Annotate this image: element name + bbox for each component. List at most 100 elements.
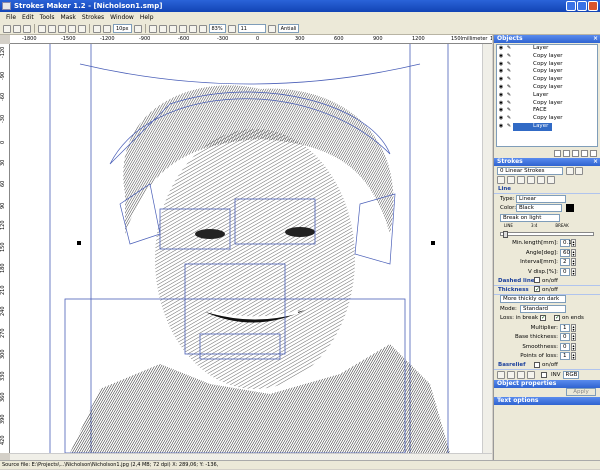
layer-row[interactable]: ◉ ✎ Copy layer [497, 53, 597, 61]
brush-icon[interactable] [267, 24, 276, 33]
eye-icon[interactable]: ◉ [497, 76, 505, 84]
text-tool-icon[interactable] [103, 24, 111, 33]
loss-ends-checkbox[interactable] [554, 314, 560, 322]
smooth-input[interactable]: 0 [560, 342, 570, 351]
open-file-icon[interactable] [13, 24, 21, 33]
interval-spin[interactable]: ▴ ▾ [571, 258, 576, 267]
thickness-checkbox[interactable] [534, 285, 540, 294]
close-button[interactable] [588, 1, 598, 11]
layer-row[interactable]: ◉ ✎ Copy layer [497, 115, 597, 123]
menu-strokes[interactable]: Strokes [82, 12, 104, 23]
angle-spin[interactable]: ▴ ▾ [571, 248, 576, 257]
save-icon[interactable] [23, 24, 31, 33]
layer-row[interactable]: ◉ ✎ Copy layer [497, 84, 597, 92]
menu-window[interactable]: Window [110, 12, 134, 23]
copy-layer-icon[interactable] [581, 149, 588, 157]
menu-edit[interactable]: Edit [22, 12, 34, 23]
layer-row[interactable]: ◉ ✎ Layer [497, 122, 597, 131]
stroke-tool-2-icon[interactable] [507, 176, 515, 185]
pencil-icon[interactable]: ✎ [505, 53, 513, 61]
fit-icon[interactable] [198, 24, 207, 33]
layer-up-icon[interactable] [554, 149, 561, 157]
thick-mode-select[interactable]: More thickly on dark [500, 295, 566, 304]
horizontal-scrollbar[interactable] [10, 453, 492, 460]
basrelief-checkbox[interactable] [534, 361, 540, 368]
font-size-select[interactable]: 10px [113, 24, 132, 33]
break-slider[interactable] [500, 230, 594, 238]
minlength-input[interactable]: 0.1 [560, 239, 572, 248]
mode-select[interactable]: Standard [520, 304, 566, 313]
copy-icon[interactable] [68, 24, 76, 33]
points-input[interactable]: 1 [560, 352, 570, 361]
eye-icon[interactable]: ◉ [497, 61, 505, 69]
layer-row[interactable]: ◉ ✎ Copy layer [497, 76, 597, 84]
zoom-out-icon[interactable] [188, 24, 197, 33]
stroke-add-icon[interactable] [566, 166, 574, 175]
close-icon[interactable]: × [593, 158, 598, 166]
pencil-icon[interactable]: ✎ [505, 115, 513, 123]
pencil-icon[interactable]: ✎ [505, 45, 513, 53]
zoom-select[interactable]: 83% [208, 24, 226, 33]
layer-select[interactable]: 11 [237, 24, 266, 33]
layer-row[interactable]: ◉ ✎ Layer [497, 92, 597, 100]
layer-down-icon[interactable] [563, 149, 570, 157]
menu-file[interactable]: File [6, 12, 16, 23]
base-spin[interactable]: ▴ ▾ [571, 333, 576, 342]
eye-icon[interactable]: ◉ [497, 115, 505, 123]
view-3-icon[interactable] [517, 370, 525, 379]
pencil-icon[interactable]: ✎ [505, 107, 513, 115]
eye-icon[interactable]: ◉ [497, 123, 505, 131]
pointer-icon[interactable] [93, 24, 101, 33]
eye-icon[interactable]: ◉ [497, 53, 505, 61]
vdisp-input[interactable]: 0 [560, 267, 570, 276]
dashed-checkbox[interactable] [534, 277, 540, 283]
text-options-header[interactable]: Text options [494, 397, 600, 405]
layer-row[interactable]: ◉ ✎ Copy layer [497, 100, 597, 108]
smooth-spin[interactable]: ▴ ▾ [571, 342, 576, 351]
close-icon[interactable]: × [593, 35, 598, 43]
layer-row[interactable]: ◉ ✎ FACE [497, 107, 597, 115]
pencil-icon[interactable]: ✎ [505, 84, 513, 92]
layer-row[interactable]: ◉ ✎ Layer [497, 45, 597, 53]
redo-icon[interactable] [48, 24, 56, 33]
maximize-button[interactable] [577, 1, 587, 11]
pen-tool-icon[interactable] [148, 24, 157, 33]
paste-icon[interactable] [78, 24, 86, 33]
eye-icon[interactable]: ◉ [497, 68, 505, 76]
object-properties-header[interactable]: Object properties [494, 379, 600, 388]
stroke-save-icon[interactable] [575, 166, 583, 175]
multiplier-spin[interactable]: ▴ ▾ [571, 323, 576, 332]
stroke-tool-4-icon[interactable] [527, 176, 535, 185]
undo-icon[interactable] [38, 24, 46, 33]
eye-icon[interactable]: ◉ [497, 84, 505, 92]
pencil-icon[interactable]: ✎ [505, 61, 513, 69]
eye-icon[interactable]: ◉ [497, 100, 505, 108]
node-tool-icon[interactable] [158, 24, 167, 33]
delete-layer-icon[interactable] [590, 149, 597, 157]
menu-help[interactable]: Help [140, 12, 154, 23]
angle-input[interactable]: 60 [560, 248, 570, 257]
view-2-icon[interactable] [507, 370, 515, 379]
multiplier-input[interactable]: 1 [560, 323, 570, 332]
loss-break-checkbox[interactable] [540, 314, 546, 322]
eye-icon[interactable]: ◉ [497, 107, 505, 115]
break-mode-select[interactable]: Break on light [500, 213, 560, 222]
stroke-tool-5-icon[interactable] [537, 176, 545, 185]
pencil-icon[interactable]: ✎ [505, 92, 513, 100]
grid-icon[interactable] [227, 24, 236, 33]
minlength-spin[interactable]: ▴ ▾ [571, 239, 576, 248]
points-spin[interactable]: ▴ ▾ [571, 352, 576, 361]
stroke-set-select[interactable]: 0 Linear Strokes [497, 166, 563, 175]
color-swatch[interactable] [566, 204, 574, 213]
base-input[interactable]: 0 [560, 333, 570, 342]
color-select[interactable]: Black [516, 204, 562, 213]
vdisp-spin[interactable]: ▴ ▾ [571, 267, 576, 276]
hand-tool-icon[interactable] [168, 24, 177, 33]
layer-row[interactable]: ◉ ✎ Copy layer [497, 61, 597, 69]
view-1-icon[interactable] [497, 370, 505, 379]
eye-icon[interactable]: ◉ [497, 92, 505, 100]
layer-row[interactable]: ◉ ✎ Copy layer [497, 68, 597, 76]
type-select[interactable]: Linear [516, 194, 566, 203]
eye-icon[interactable]: ◉ [497, 45, 505, 53]
cut-icon[interactable] [58, 24, 66, 33]
